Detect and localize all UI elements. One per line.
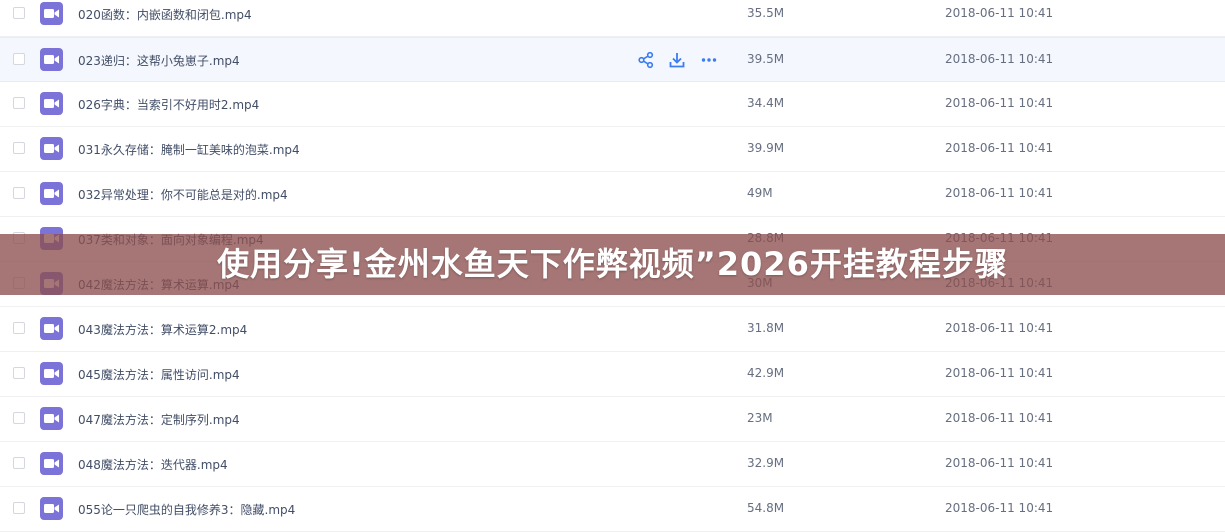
file-name[interactable]: 043魔法方法：算术运算2.mp4 <box>78 321 247 338</box>
video-file-icon <box>40 407 63 430</box>
row-checkbox[interactable] <box>13 412 25 424</box>
file-date: 2018-06-11 10:41 <box>945 186 1054 200</box>
file-size: 39.9M <box>747 141 785 155</box>
file-row[interactable]: 048魔法方法：迭代器.mp4 32.9M 2018-06-11 10:41 <box>0 442 1225 487</box>
more-icon[interactable] <box>700 51 718 69</box>
video-file-icon <box>40 452 63 475</box>
file-row[interactable]: 045魔法方法：属性访问.mp4 42.9M 2018-06-11 10:41 <box>0 352 1225 397</box>
file-row[interactable]: 043魔法方法：算术运算2.mp4 31.8M 2018-06-11 10:41 <box>0 307 1225 352</box>
file-name[interactable]: 048魔法方法：迭代器.mp4 <box>78 456 228 473</box>
video-file-icon <box>40 317 63 340</box>
file-name[interactable]: 020函数：内嵌函数和闭包.mp4 <box>78 6 252 23</box>
row-checkbox[interactable] <box>13 457 25 469</box>
video-file-icon <box>40 92 63 115</box>
row-checkbox[interactable] <box>13 97 25 109</box>
file-row[interactable]: 020函数：内嵌函数和闭包.mp4 35.5M 2018-06-11 10:41 <box>0 0 1225 37</box>
video-file-icon <box>40 362 63 385</box>
file-name[interactable]: 031永久存储：腌制一缸美味的泡菜.mp4 <box>78 141 300 158</box>
file-size: 32.9M <box>747 456 785 470</box>
file-date: 2018-06-11 10:41 <box>945 96 1054 110</box>
row-checkbox[interactable] <box>13 142 25 154</box>
file-size: 49M <box>747 186 773 200</box>
file-date: 2018-06-11 10:41 <box>945 321 1054 335</box>
overlay-banner: 使用分享!金州水鱼天下作弊视频”2026开挂教程步骤 <box>0 234 1225 295</box>
file-name[interactable]: 047魔法方法：定制序列.mp4 <box>78 411 240 428</box>
file-row[interactable]: 032异常处理：你不可能总是对的.mp4 49M 2018-06-11 10:41 <box>0 172 1225 217</box>
row-checkbox[interactable] <box>13 187 25 199</box>
video-file-icon <box>40 497 63 520</box>
row-checkbox[interactable] <box>13 7 25 19</box>
file-date: 2018-06-11 10:41 <box>945 6 1054 20</box>
video-file-icon <box>40 182 63 205</box>
file-date: 2018-06-11 10:41 <box>945 366 1054 380</box>
file-date: 2018-06-11 10:41 <box>945 141 1054 155</box>
row-checkbox[interactable] <box>13 53 25 65</box>
download-icon[interactable] <box>668 51 686 69</box>
file-size: 35.5M <box>747 6 785 20</box>
file-date: 2018-06-11 10:41 <box>945 411 1054 425</box>
file-size: 54.8M <box>747 501 785 515</box>
file-row[interactable]: 023递归：这帮小兔崽子.mp4 39.5M 2018-06-11 10:41 <box>0 37 1225 82</box>
video-file-icon <box>40 137 63 160</box>
overlay-title: 使用分享!金州水鱼天下作弊视频”2026开挂教程步骤 <box>217 245 1008 283</box>
row-checkbox[interactable] <box>13 502 25 514</box>
video-file-icon <box>40 2 63 25</box>
file-row[interactable]: 055论一只爬虫的自我修养3：隐藏.mp4 54.8M 2018-06-11 10:… <box>0 487 1225 532</box>
file-date: 2018-06-11 10:41 <box>945 456 1054 470</box>
file-name[interactable]: 026字典：当索引不好用时2.mp4 <box>78 96 259 113</box>
file-size: 34.4M <box>747 96 785 110</box>
row-checkbox[interactable] <box>13 367 25 379</box>
file-date: 2018-06-11 10:41 <box>945 501 1054 515</box>
file-name[interactable]: 055论一只爬虫的自我修养3：隐藏.mp4 <box>78 501 295 518</box>
file-date: 2018-06-11 10:41 <box>945 52 1054 66</box>
share-icon[interactable] <box>637 51 655 69</box>
file-row[interactable]: 026字典：当索引不好用时2.mp4 34.4M 2018-06-11 10:41 <box>0 82 1225 127</box>
file-row[interactable]: 047魔法方法：定制序列.mp4 23M 2018-06-11 10:41 <box>0 397 1225 442</box>
file-size: 31.8M <box>747 321 785 335</box>
file-row[interactable]: 031永久存储：腌制一缸美味的泡菜.mp4 39.9M 2018-06-11 10:… <box>0 127 1225 172</box>
file-size: 23M <box>747 411 773 425</box>
row-checkbox[interactable] <box>13 322 25 334</box>
file-name[interactable]: 023递归：这帮小兔崽子.mp4 <box>78 52 240 69</box>
video-file-icon <box>40 48 63 71</box>
file-name[interactable]: 045魔法方法：属性访问.mp4 <box>78 366 240 383</box>
file-size: 42.9M <box>747 366 785 380</box>
file-size: 39.5M <box>747 52 785 66</box>
file-name[interactable]: 032异常处理：你不可能总是对的.mp4 <box>78 186 288 203</box>
